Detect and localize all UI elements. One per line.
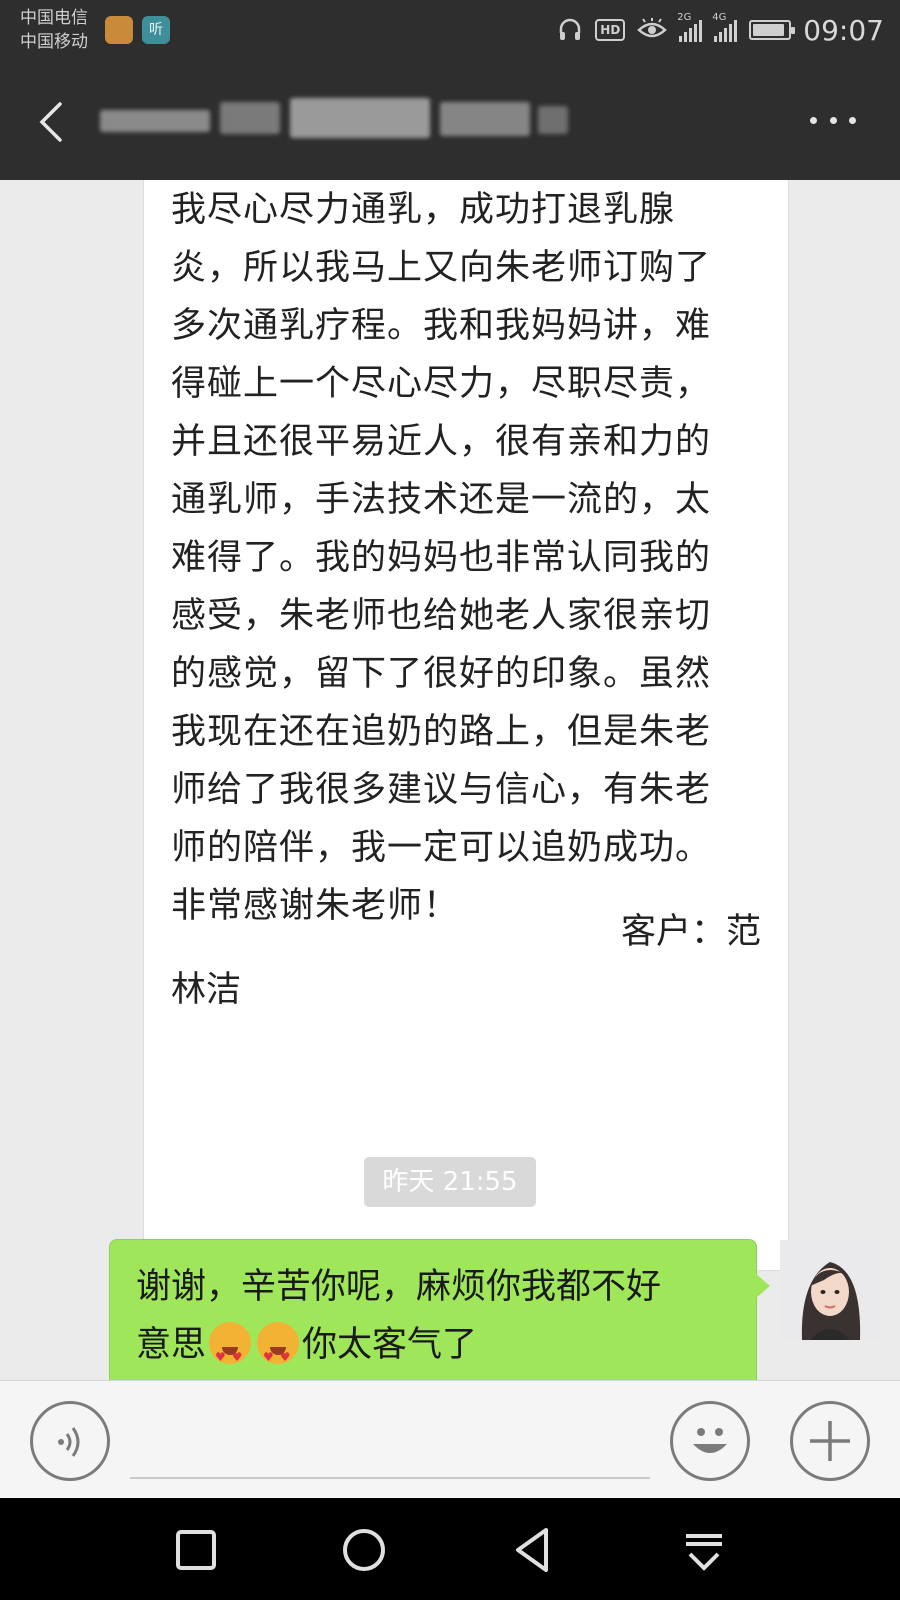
carrier-2: 中国移动 <box>20 32 88 52</box>
chat-area[interactable]: 我尽心尽力通乳，成功打退乳腺 炎，所以我马上又向朱老师订购了 多次通乳疗程。我和… <box>0 180 900 1380</box>
more-functions-button[interactable] <box>790 1401 870 1481</box>
message-line: 通乳师，手法技术还是一流的，太 <box>171 480 712 520</box>
message-line: 我现在还在追奶的路上，但是朱老 <box>171 712 712 752</box>
status-bar: 中国电信 中国移动 听 HD 2G 4G 09:07 <box>0 0 900 62</box>
smiley-icon <box>693 1428 727 1453</box>
hd-icon: HD <box>595 19 626 41</box>
contact-name-obscured <box>100 92 570 148</box>
listen-app-icon: 听 <box>142 16 170 44</box>
recent-apps-icon[interactable] <box>168 1522 224 1578</box>
voice-input-button[interactable] <box>30 1401 110 1481</box>
system-navigation-bar <box>0 1498 900 1600</box>
more-dots-icon[interactable] <box>810 112 856 128</box>
home-icon[interactable] <box>336 1522 392 1578</box>
message-line: 师给了我很多建议与信心，有朱老 <box>171 770 712 810</box>
message-text-segment: 你太客气了 <box>302 1325 478 1365</box>
avatar[interactable] <box>780 1240 880 1340</box>
back-triangle-icon[interactable] <box>506 1522 562 1578</box>
message-line: 炎，所以我马上又向朱老师订购了 <box>171 248 712 288</box>
input-bar <box>0 1380 900 1498</box>
message-line: 多次通乳疗程。我和我妈妈讲，难 <box>171 306 712 346</box>
eye-care-icon <box>637 18 668 38</box>
signal-2g-icon: 2G <box>677 12 703 42</box>
message-line: 谢谢，辛苦你呢，麻烦你我都不好 <box>136 1267 662 1307</box>
message-line: 的感觉，留下了很好的印象。虽然 <box>171 654 712 694</box>
signature-line-1: 客户：范 <box>620 912 761 952</box>
heart-eyes-emoji-icon <box>257 1322 300 1380</box>
signal-4g-icon: 4G <box>712 12 738 42</box>
message-text-segment: 意思 <box>136 1325 207 1365</box>
incoming-message[interactable]: 我尽心尽力通乳，成功打退乳腺 炎，所以我马上又向朱老师订购了 多次通乳疗程。我和… <box>143 180 789 1271</box>
battery-icon <box>749 20 796 40</box>
signature-line-2: 林洁 <box>171 970 242 1010</box>
message-signature: 客户：范 林洁 <box>171 903 761 1019</box>
chevron-left-icon[interactable] <box>32 100 72 144</box>
carrier-names: 中国电信 中国移动 <box>20 6 88 54</box>
notification-app-icon <box>105 16 133 44</box>
heart-eyes-emoji-icon <box>209 1322 252 1380</box>
notification-pull-icon[interactable] <box>676 1522 732 1578</box>
message-line: 难得了。我的妈妈也非常认同我的 <box>171 538 712 578</box>
message-timestamp: 昨天 21:55 <box>364 1157 536 1207</box>
status-icons: HD 2G 4G 09:07 <box>557 12 884 48</box>
incoming-message-text: 我尽心尽力通乳，成功打退乳腺 炎，所以我马上又向朱老师订购了 多次通乳疗程。我和… <box>171 181 771 935</box>
outgoing-message-text: 谢谢，辛苦你呢，麻烦你我都不好 意思 你太客气了 <box>136 1258 736 1380</box>
message-line: 得碰上一个尽心尽力，尽职尽责， <box>171 364 712 404</box>
carrier-1: 中国电信 <box>20 8 88 28</box>
headset-icon <box>560 18 581 40</box>
chat-header <box>0 62 900 180</box>
emoji-button[interactable] <box>670 1401 750 1481</box>
message-line: 感受，朱老师也给她老人家很亲切 <box>171 596 712 636</box>
status-time: 09:07 <box>803 13 884 47</box>
plus-icon <box>810 1421 850 1461</box>
message-line: 并且还很平易近人，很有亲和力的 <box>171 422 712 462</box>
voice-input-icon <box>58 1427 80 1457</box>
outgoing-message[interactable]: 谢谢，辛苦你呢，麻烦你我都不好 意思 你太客气了 <box>109 1239 770 1380</box>
message-line: 师的陪伴，我一定可以追奶成功。 <box>171 828 712 868</box>
message-line: 意思 你太客气了 <box>136 1316 736 1380</box>
message-input[interactable] <box>130 1477 650 1479</box>
message-line: 我尽心尽力通乳，成功打退乳腺 <box>171 190 676 230</box>
